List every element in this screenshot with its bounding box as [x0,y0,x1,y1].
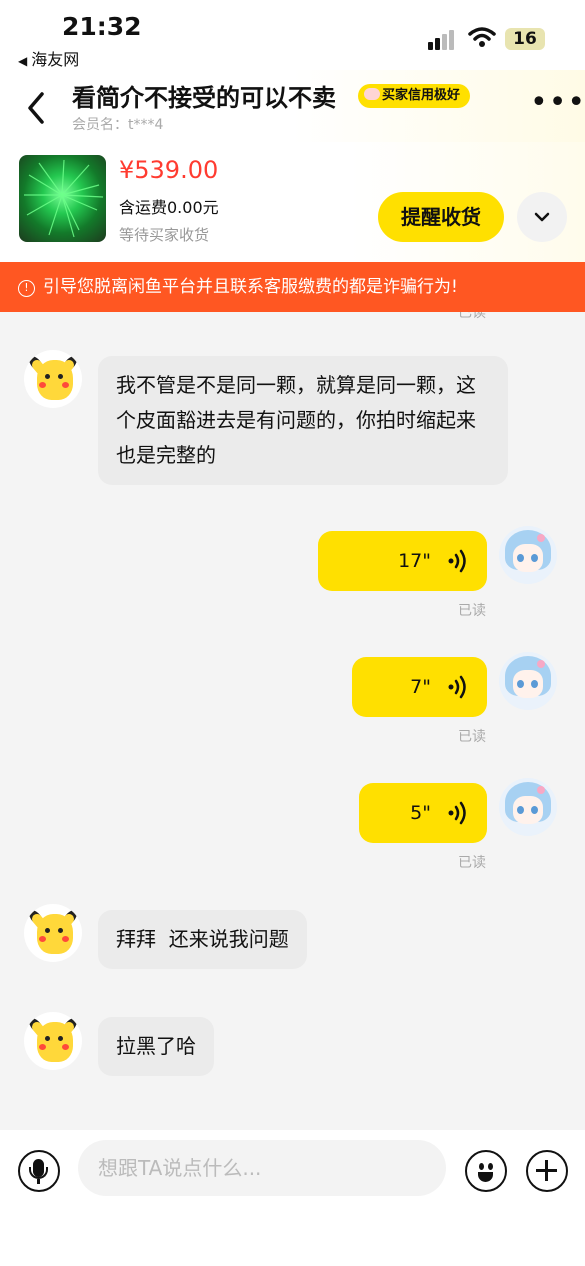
read-receipt: 已读 [458,729,486,745]
read-receipt: 已读 [458,855,486,871]
more-options-icon[interactable]: ••• [530,88,585,118]
voice-message-bubble[interactable]: 17" [318,531,487,591]
message-bubble-incoming[interactable]: 我不管是不是同一颗，就算是同一颗，这个皮面豁进去是有问题的，你拍时缩起来也是完整… [98,356,508,485]
expand-order-button[interactable] [517,192,567,242]
chat-header: 看简介不接受的可以不卖 买家信用极好 会员名：t***4 ••• [0,70,585,142]
message-bubble-incoming[interactable]: 拜拜 还来说我问题 [98,910,307,969]
order-price: ¥539.00 [119,156,219,184]
order-card: ¥539.00 含运费0.00元 等待买家收货 提醒收货 [0,142,585,262]
read-receipt: 已读 [458,603,486,619]
emoji-icon [479,1163,484,1170]
status-bar: 21:32 ◀ 海友网 16 [0,0,585,70]
back-app-label: 海友网 [31,50,80,69]
voice-duration: 5" [410,802,431,824]
voice-wave-icon [448,801,466,825]
chat-message-list[interactable]: 已读 我不管是不是同一颗，就算是同一颗，这个皮面豁进去是有问题的，你拍时缩起来也… [0,312,585,1130]
order-status: 等待买家收货 [119,226,210,244]
message-bubble-incoming[interactable]: 拉黑了哈 [98,1017,214,1076]
fraud-warning-text: 引导您脱离闲鱼平台并且联系客服缴费的都是诈骗行为! [43,277,458,297]
my-avatar[interactable] [499,526,557,584]
message-input[interactable] [78,1140,446,1196]
chat-title: 看简介不接受的可以不卖 [72,84,336,112]
my-avatar[interactable] [499,778,557,836]
my-avatar[interactable] [499,652,557,710]
voice-duration: 17" [398,550,431,572]
emoji-button[interactable] [465,1150,507,1192]
battery-indicator: 16 [505,28,545,50]
cellular-signal-icon [428,30,458,50]
credit-face-icon [364,88,380,100]
voice-wave-icon [448,549,466,573]
product-thumbnail[interactable] [19,155,106,242]
member-name: 会员名：t***4 [72,117,164,133]
voice-input-button[interactable] [18,1150,60,1192]
product-image [24,159,104,238]
fraud-warning-banner: ! 引导您脱离闲鱼平台并且联系客服缴费的都是诈骗行为! [0,262,585,312]
status-time: 21:32 [62,12,142,41]
more-actions-button[interactable] [526,1150,568,1192]
back-arrow-icon[interactable] [22,88,52,128]
seller-avatar[interactable] [24,904,82,962]
wifi-icon [468,27,496,47]
remind-receipt-button[interactable]: 提醒收货 [378,192,504,242]
chevron-down-icon [534,212,550,222]
voice-duration: 7" [410,676,431,698]
buyer-credit-label: 买家信用极好 [382,88,461,103]
seller-avatar[interactable] [24,350,82,408]
back-triangle-icon: ◀ [18,54,28,68]
input-bar [0,1130,585,1266]
seller-avatar[interactable] [24,1012,82,1070]
read-receipt: 已读 [458,312,486,321]
voice-message-bubble[interactable]: 7" [352,657,487,717]
warning-icon: ! [18,280,35,297]
voice-wave-icon [448,675,466,699]
voice-message-bubble[interactable]: 5" [359,783,487,843]
shipping-fee: 含运费0.00元 [119,198,219,217]
back-to-app-link[interactable]: ◀ 海友网 [18,46,79,70]
buyer-credit-badge: 买家信用极好 [358,84,471,108]
